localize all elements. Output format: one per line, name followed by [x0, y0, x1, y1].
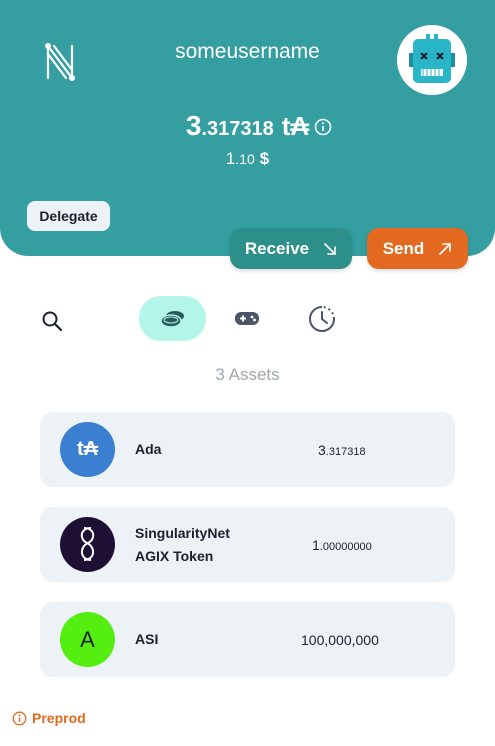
asset-item-asi[interactable]: A ASI 100,000,000	[40, 602, 455, 677]
asset-name-line2: AGIX Token	[135, 548, 214, 564]
asset-name-line1: SingularityNet	[135, 525, 230, 541]
fiat-decimals: .10	[235, 151, 255, 167]
amount-integer: 1	[312, 537, 320, 553]
fiat-integer: 1	[225, 149, 236, 168]
asset-count: 3 Assets	[215, 365, 280, 384]
balance: 3 .317318 t₳	[0, 110, 495, 142]
send-label: Send	[382, 238, 425, 258]
receive-button[interactable]: Receive	[230, 228, 352, 269]
receive-label: Receive	[244, 238, 310, 258]
singularitynet-icon	[60, 517, 115, 572]
robot-avatar-icon	[409, 34, 455, 83]
coins-icon	[159, 310, 184, 328]
asset-name: Ada	[135, 441, 162, 457]
gamepad-icon[interactable]	[233, 306, 261, 330]
asi-icon-text: A	[80, 626, 95, 652]
avatar[interactable]	[397, 25, 467, 95]
info-icon	[12, 711, 27, 725]
amount-integer: 100,000,000	[301, 632, 379, 648]
arrow-up-right-icon	[439, 242, 452, 255]
asset-item-agix[interactable]: SingularityNet AGIX Token 1 .00000000	[40, 507, 455, 582]
ada-icon-text: t₳	[76, 438, 99, 460]
asi-icon: A	[60, 612, 115, 667]
asset-name: ASI	[135, 631, 159, 647]
balance-integer: 3	[185, 110, 202, 141]
search-icon[interactable]	[41, 310, 63, 332]
delegate-button[interactable]: Delegate	[27, 201, 110, 231]
send-button[interactable]: Send	[367, 228, 468, 269]
history-icon[interactable]	[308, 305, 336, 333]
asset-name: SingularityNet AGIX Token	[135, 522, 230, 568]
ada-icon: t₳	[60, 422, 115, 477]
network-label: Preprod	[32, 710, 86, 726]
network-indicator[interactable]: Preprod	[12, 710, 86, 726]
balance-unit: t₳	[281, 111, 310, 141]
amount-integer: 3	[318, 442, 326, 458]
balance-decimals: .317318	[201, 118, 274, 140]
amount-decimals: .317318	[325, 446, 366, 458]
singularitynet-logo-icon	[80, 527, 95, 561]
wallet-header: someusername 3 .317318 t₳ 1 .10 $ Delega…	[0, 0, 495, 256]
asset-amount: 3 .317318	[318, 442, 366, 458]
info-icon[interactable]	[314, 118, 332, 136]
arrow-down-right-icon	[324, 242, 336, 255]
asset-amount: 100,000,000	[301, 632, 379, 648]
asset-item-ada[interactable]: t₳ Ada 3 .317318	[40, 412, 455, 487]
tab-assets[interactable]	[139, 296, 206, 341]
asset-amount: 1 .00000000	[312, 537, 372, 553]
fiat-currency: $	[259, 149, 270, 168]
fiat-balance: 1 .10 $	[0, 149, 495, 169]
amount-decimals: .00000000	[319, 541, 372, 553]
